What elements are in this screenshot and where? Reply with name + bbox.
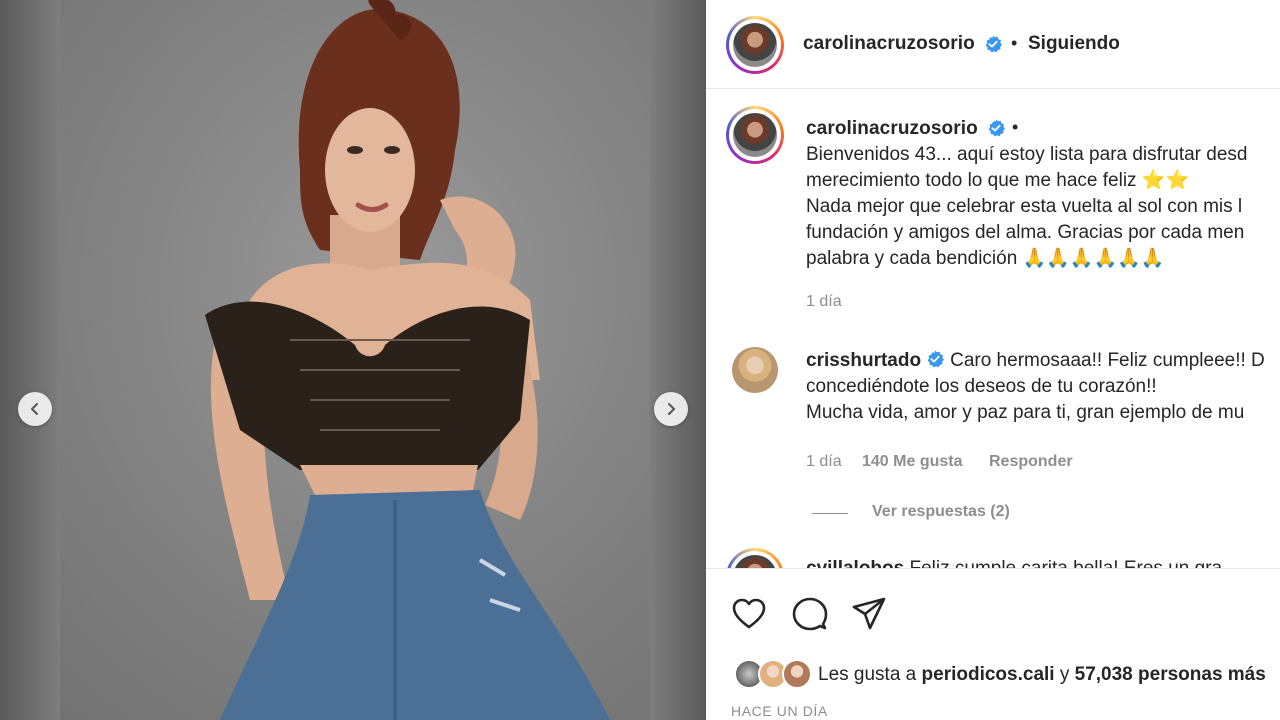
- caption-line: palabra y cada bendición 🙏🙏🙏🙏🙏🙏: [806, 248, 1165, 269]
- comment-text: crisshurtado Caro hermosaaa!! Feliz cumpl…: [806, 348, 1265, 426]
- chevron-right-icon: [668, 403, 676, 415]
- instagram-post-modal: carolinacruzosorio • Siguiendo carolinac…: [0, 0, 1280, 720]
- caption-line: fundación y amigos del alma. Gracias por…: [806, 222, 1245, 243]
- following-button[interactable]: Siguiendo: [1028, 33, 1120, 55]
- replies-divider: [812, 513, 848, 514]
- caption-line: Nada mejor que celebrar esta vuelta al s…: [806, 196, 1243, 217]
- post-photo: [0, 0, 706, 720]
- next-photo-button[interactable]: [654, 392, 688, 426]
- verified-icon: [988, 119, 1005, 137]
- comment-username[interactable]: crisshurtado: [806, 350, 921, 371]
- caption-author-avatar[interactable]: [726, 106, 784, 164]
- heart-icon[interactable]: [731, 596, 767, 632]
- likes-user-link[interactable]: periodicos.cali: [922, 664, 1055, 685]
- liker-avatar[interactable]: [782, 659, 812, 689]
- likes-summary: Les gusta a periodicos.cali y 57,038 per…: [818, 664, 1266, 686]
- previous-photo-button[interactable]: [18, 392, 52, 426]
- caption-username[interactable]: carolinacruzosorio: [806, 118, 978, 140]
- author-avatar[interactable]: [726, 16, 784, 74]
- chevron-left-icon: [30, 403, 38, 415]
- comment-icon[interactable]: [792, 596, 828, 632]
- share-icon[interactable]: [851, 596, 887, 632]
- comment-likes[interactable]: 140 Me gusta: [862, 453, 962, 471]
- comment-line: Caro hermosaaa!! Feliz cumpleee!! D: [950, 350, 1265, 371]
- portrait-illustration: [205, 0, 610, 720]
- verified-icon: [985, 35, 1002, 53]
- commenter-avatar[interactable]: [732, 347, 778, 393]
- verified-icon: [927, 350, 945, 368]
- view-replies-button[interactable]: Ver respuestas (2): [872, 503, 1010, 521]
- post-side-panel: carolinacruzosorio • Siguiendo carolinac…: [706, 0, 1280, 720]
- post-header: carolinacruzosorio • Siguiendo: [706, 0, 1280, 89]
- comment-line: Mucha vida, amor y paz para ti, gran eje…: [806, 402, 1245, 423]
- caption-line: Bienvenidos 43... aquí estoy lista para …: [806, 144, 1248, 165]
- caption-separator: •: [1012, 117, 1019, 137]
- comment-timestamp: 1 día: [806, 453, 842, 470]
- post-actions-bar: Les gusta a periodicos.cali y 57,038 per…: [706, 568, 1280, 720]
- caption-line: merecimiento todo lo que me hace feliz ⭐…: [806, 170, 1190, 191]
- reply-button[interactable]: Responder: [989, 453, 1073, 471]
- caption-timestamp: 1 día: [806, 293, 842, 310]
- likes-prefix: Les gusta a: [818, 664, 917, 685]
- comment-line: concediéndote los deseos de tu corazón!!: [806, 376, 1157, 397]
- header-separator: •: [1011, 33, 1018, 53]
- likes-joiner: y: [1059, 664, 1070, 685]
- likes-count-link[interactable]: 57,038 personas más: [1075, 664, 1266, 685]
- post-time-ago: HACE UN DÍA: [731, 703, 828, 719]
- author-username[interactable]: carolinacruzosorio: [803, 33, 975, 55]
- caption-text: Bienvenidos 43... aquí estoy lista para …: [806, 142, 1247, 272]
